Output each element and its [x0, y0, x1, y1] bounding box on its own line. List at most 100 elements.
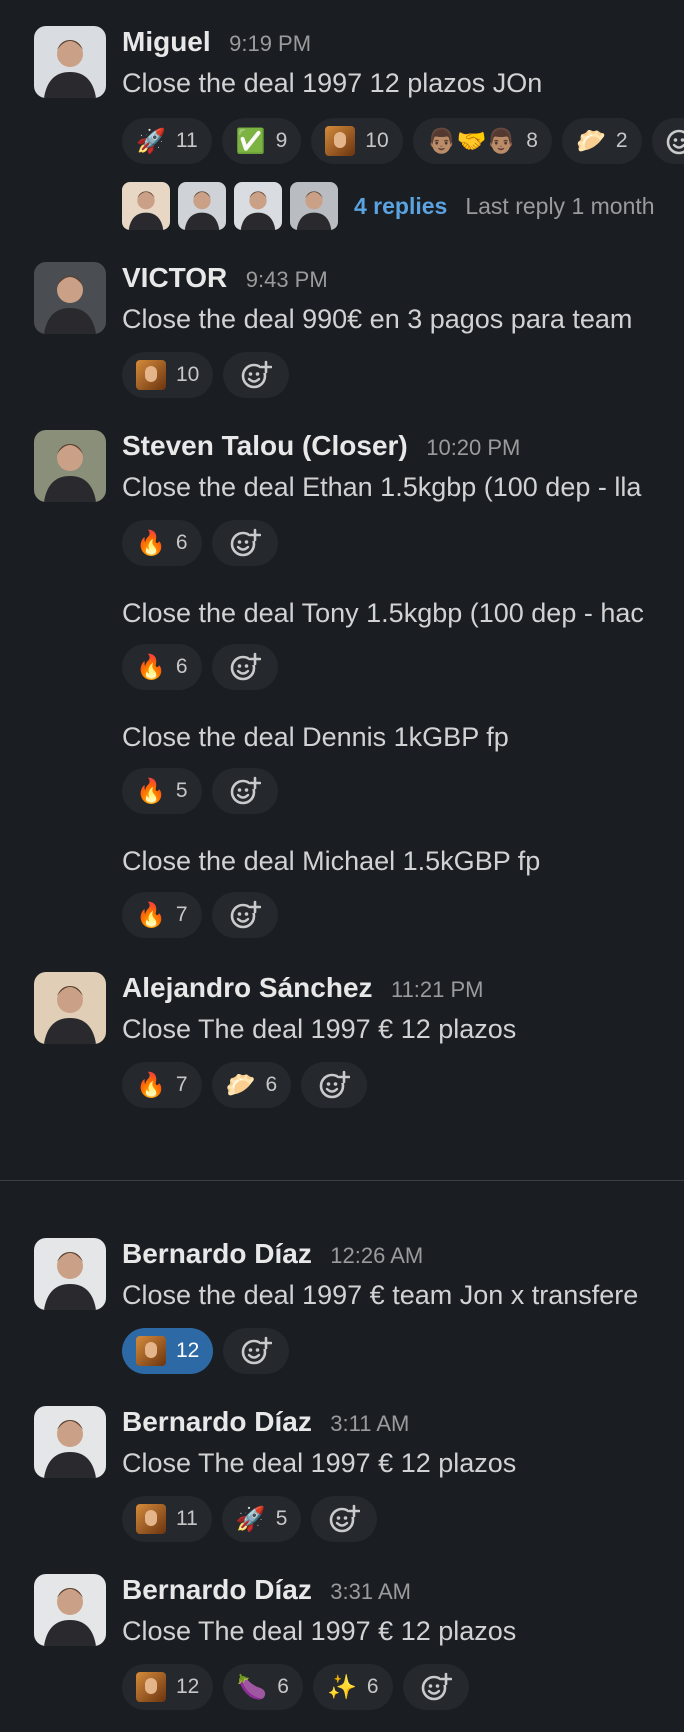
- reaction-fire[interactable]: 🔥 7: [122, 892, 202, 938]
- replies-link[interactable]: 4 replies: [354, 193, 447, 220]
- avatar: [234, 182, 282, 230]
- timestamp[interactable]: 11:21 PM: [391, 977, 484, 1002]
- avatar: [178, 182, 226, 230]
- reaction-count: 2: [615, 129, 628, 152]
- add-reaction-button[interactable]: [402, 1664, 469, 1710]
- reaction-face[interactable]: 10: [122, 352, 214, 398]
- avatar[interactable]: [34, 1574, 106, 1646]
- sender-name[interactable]: Steven Talou (Closer): [122, 430, 408, 461]
- reaction-fire[interactable]: 🔥 5: [122, 768, 202, 814]
- reaction-count: 5: [275, 1507, 288, 1530]
- fire-icon: 🔥: [136, 529, 166, 557]
- add-reaction-icon: [420, 1671, 452, 1703]
- reaction-check[interactable]: ✅ 9: [221, 118, 302, 164]
- add-reaction-button[interactable]: [223, 1328, 290, 1374]
- reaction-count: 11: [176, 1507, 198, 1530]
- sender-name[interactable]: Bernardo Díaz: [122, 1574, 312, 1605]
- custom-face-emoji-icon: [136, 1504, 166, 1534]
- fire-icon: 🔥: [136, 1071, 166, 1099]
- reaction-count: 6: [366, 1675, 379, 1698]
- reaction-fire[interactable]: 🔥 7: [122, 1062, 202, 1108]
- add-reaction-button[interactable]: [211, 768, 278, 814]
- add-reaction-button[interactable]: [223, 352, 290, 398]
- add-reaction-button[interactable]: [211, 892, 278, 938]
- add-reaction-icon: [229, 527, 261, 559]
- add-reaction-icon: [240, 1335, 272, 1367]
- reaction-sparkles[interactable]: ✨ 6: [312, 1664, 393, 1710]
- reaction-count: 10: [365, 129, 389, 152]
- add-reaction-icon: [665, 125, 684, 157]
- timestamp[interactable]: 3:11 AM: [330, 1411, 409, 1436]
- dumpling-icon: 🥟: [575, 127, 606, 155]
- reaction-count: 8: [526, 129, 538, 152]
- reaction-eggplant[interactable]: 🍆 6: [223, 1664, 303, 1710]
- thread-summary[interactable]: 4 replies Last reply 1 month: [122, 182, 655, 230]
- last-reply-text: Last reply 1 month: [465, 192, 655, 219]
- sender-name[interactable]: Bernardo Díaz: [122, 1238, 312, 1269]
- add-reaction-button[interactable]: [211, 520, 278, 566]
- dumpling-icon: 🥟: [225, 1071, 256, 1099]
- avatar: [122, 182, 170, 230]
- message-text: Close The deal 1997 € 12 plazos: [122, 1448, 517, 1478]
- reaction-face[interactable]: 10: [311, 118, 403, 164]
- reaction-count: 12: [176, 1339, 200, 1362]
- avatar[interactable]: [34, 430, 106, 502]
- reaction-count: 7: [175, 903, 188, 926]
- reaction-count: 9: [275, 129, 288, 152]
- reaction-men-holding-hands[interactable]: 👨🏽‍🤝‍👨🏽 8: [412, 118, 552, 164]
- custom-face-emoji-icon: [136, 1336, 166, 1366]
- reaction-dumpling[interactable]: 🥟 2: [561, 118, 642, 164]
- avatar: [290, 182, 338, 230]
- reaction-fire[interactable]: 🔥 6: [122, 520, 202, 566]
- sender-name[interactable]: Miguel: [122, 26, 211, 57]
- reaction-dumpling[interactable]: 🥟 6: [211, 1062, 292, 1108]
- sender-name[interactable]: Alejandro Sánchez: [122, 972, 373, 1003]
- avatar[interactable]: [34, 1406, 106, 1478]
- eggplant-icon: 🍆: [237, 1673, 268, 1701]
- reaction-rocket[interactable]: 🚀 11: [122, 118, 212, 164]
- reaction-face[interactable]: 12: [122, 1664, 214, 1710]
- message-text: Close the deal Ethan 1.5kgbp (100 dep - …: [122, 472, 642, 502]
- add-reaction-button[interactable]: [211, 644, 278, 690]
- reaction-count: 6: [175, 531, 188, 554]
- rocket-icon: 🚀: [235, 1505, 266, 1533]
- timestamp[interactable]: 12:26 AM: [330, 1243, 423, 1268]
- avatar[interactable]: [34, 262, 106, 334]
- add-reaction-button[interactable]: [311, 1496, 378, 1542]
- message-text: Close the deal 1997 € team Jon x transfe…: [122, 1280, 639, 1310]
- message-text: Close The deal 1997 € 12 plazos: [122, 1014, 517, 1044]
- message-text: Close the deal Tony 1.5kgbp (100 dep - h…: [122, 598, 644, 628]
- avatar[interactable]: [34, 972, 106, 1044]
- message-text: Close the deal 1997 12 plazos JOn: [122, 68, 543, 98]
- avatar[interactable]: [34, 1238, 106, 1310]
- add-reaction-button[interactable]: [301, 1062, 368, 1108]
- avatar[interactable]: [34, 26, 106, 98]
- fire-icon: 🔥: [136, 653, 166, 681]
- reaction-count: 6: [175, 655, 188, 678]
- add-reaction-icon: [240, 359, 272, 391]
- timestamp[interactable]: 10:20 PM: [426, 435, 520, 460]
- reaction-face[interactable]: 11: [122, 1496, 212, 1542]
- timestamp[interactable]: 3:31 AM: [330, 1579, 411, 1604]
- sender-name[interactable]: VICTOR: [122, 262, 227, 293]
- rocket-icon: 🚀: [136, 127, 166, 155]
- reaction-rocket[interactable]: 🚀 5: [221, 1496, 302, 1542]
- add-reaction-button[interactable]: [651, 118, 684, 164]
- reaction-face-selected[interactable]: 12: [122, 1328, 214, 1374]
- reaction-count: 12: [176, 1675, 200, 1698]
- reaction-fire[interactable]: 🔥 6: [122, 644, 202, 690]
- add-reaction-icon: [328, 1503, 360, 1535]
- day-divider: [0, 1180, 684, 1181]
- sender-name[interactable]: Bernardo Díaz: [122, 1406, 312, 1437]
- sparkles-icon: ✨: [326, 1673, 357, 1701]
- reaction-count: 11: [175, 129, 198, 152]
- fire-icon: 🔥: [136, 901, 166, 929]
- timestamp[interactable]: 9:19 PM: [229, 31, 311, 56]
- timestamp[interactable]: 9:43 PM: [246, 267, 328, 292]
- reaction-count: 6: [277, 1675, 289, 1698]
- check-mark-icon: ✅: [235, 127, 266, 155]
- message-text: Close the deal Dennis 1kGBP fp: [122, 722, 509, 752]
- reaction-count: 6: [265, 1073, 278, 1096]
- add-reaction-icon: [229, 651, 261, 683]
- reaction-count: 10: [176, 363, 200, 386]
